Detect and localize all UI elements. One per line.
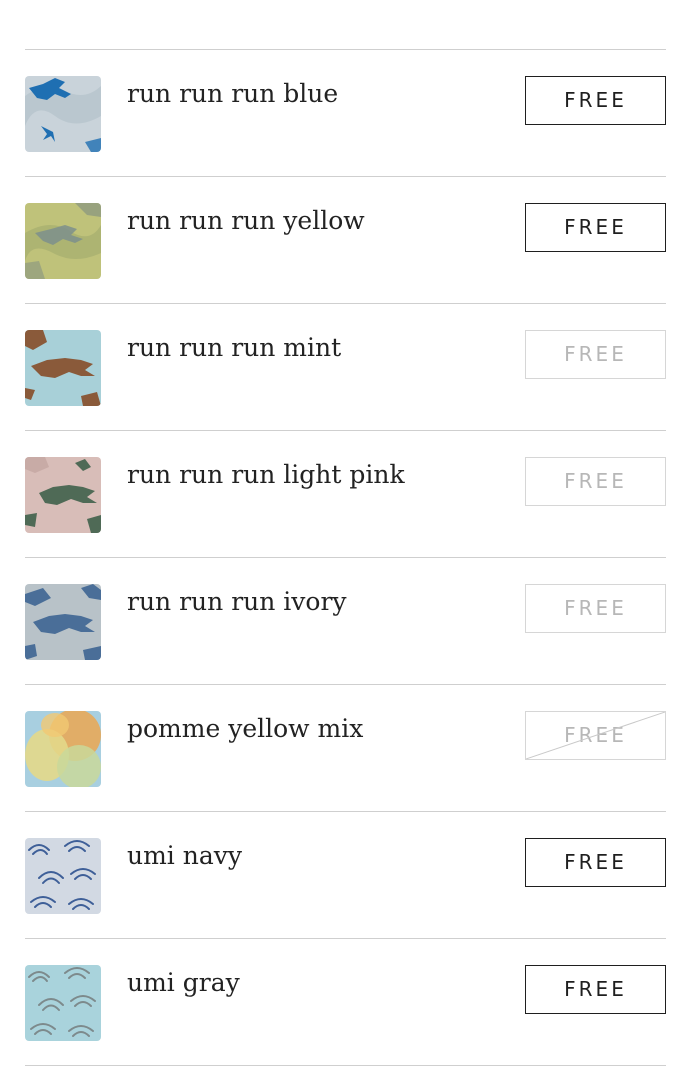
pattern-name: umi gray <box>127 968 240 997</box>
pattern-name: run run run mint <box>127 333 342 362</box>
list-item[interactable]: run run run yellow FREE <box>25 176 666 303</box>
wave-pattern-gray-swatch[interactable] <box>25 965 101 1041</box>
list-item[interactable]: umi navy FREE <box>25 811 666 938</box>
list-item[interactable]: umi gray FREE <box>25 938 666 1066</box>
pattern-name: run run run light pink <box>127 460 405 489</box>
rabbit-pattern-pink-swatch[interactable] <box>25 457 101 533</box>
free-button: FREE <box>525 457 666 506</box>
free-button[interactable]: FREE <box>525 838 666 887</box>
rabbit-pattern-yellow-swatch[interactable] <box>25 203 101 279</box>
pattern-name: run run run yellow <box>127 206 365 235</box>
list-item[interactable]: run run run blue FREE <box>25 49 666 176</box>
list-item[interactable]: pomme yellow mix FREE <box>25 684 666 811</box>
rabbit-pattern-ivory-swatch[interactable] <box>25 584 101 660</box>
free-button[interactable]: FREE <box>525 76 666 125</box>
free-button[interactable]: FREE <box>525 965 666 1014</box>
pattern-name: run run run blue <box>127 79 339 108</box>
pattern-name: pomme yellow mix <box>127 714 364 743</box>
list-item[interactable]: run run run light pink FREE <box>25 430 666 557</box>
list-item[interactable]: run run run ivory FREE <box>25 557 666 684</box>
free-button[interactable]: FREE <box>525 203 666 252</box>
pattern-list: run run run blue FREE run run run yellow… <box>25 49 666 1066</box>
free-button: FREE <box>525 584 666 633</box>
free-button: FREE <box>525 330 666 379</box>
button-label: FREE <box>564 723 627 747</box>
pattern-name: run run run ivory <box>127 587 347 616</box>
list-item[interactable]: run run run mint FREE <box>25 303 666 430</box>
sold-out-free-button: FREE <box>525 711 666 760</box>
apple-pattern-yellow-swatch[interactable] <box>25 711 101 787</box>
pattern-name: umi navy <box>127 841 243 870</box>
rabbit-pattern-blue-swatch[interactable] <box>25 76 101 152</box>
wave-pattern-navy-swatch[interactable] <box>25 838 101 914</box>
rabbit-pattern-mint-swatch[interactable] <box>25 330 101 406</box>
